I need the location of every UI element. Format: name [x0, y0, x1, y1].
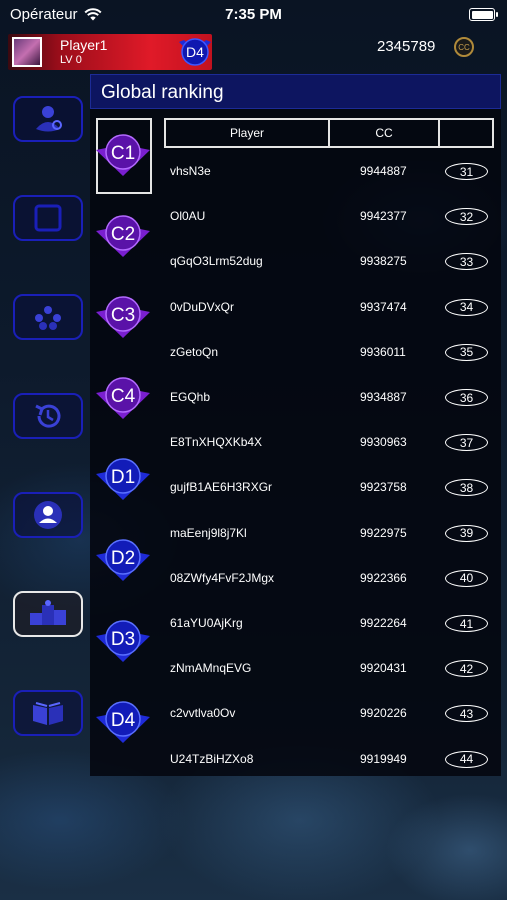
sidebar-item-team[interactable] — [13, 294, 83, 340]
row-rank-badge: 36 — [445, 389, 488, 406]
coin-icon: CC — [454, 37, 474, 57]
row-rank-badge: 44 — [445, 750, 488, 768]
league-emblem-d4-icon[interactable]: D4 — [94, 695, 152, 747]
row-player-name[interactable]: vhsN3e — [170, 164, 211, 178]
mask-icon — [36, 106, 62, 132]
history-icon — [35, 404, 61, 428]
row-cc-value: 9930963 — [360, 435, 407, 450]
player-badge-text: D4 — [186, 44, 204, 60]
row-player-name[interactable]: gujfB1AE6H3RXGr — [170, 480, 272, 494]
sidebar-item-ranking[interactable] — [13, 591, 83, 637]
row-cc-value: 9919949 — [360, 751, 407, 766]
row-player-name[interactable]: qGqO3Lrm52dug — [170, 254, 263, 268]
sidebar-item-profile[interactable] — [13, 492, 83, 538]
book-icon — [33, 702, 63, 725]
row-rank-badge: 31 — [445, 163, 488, 180]
row-rank-badge: 35 — [445, 343, 488, 361]
row-player-name[interactable]: c2vvtlva0Ov — [170, 706, 235, 720]
row-cc-value: 9938275 — [360, 254, 407, 269]
league-emblem-d2-icon[interactable]: D2 — [94, 533, 152, 585]
row-player-name[interactable]: zGetoQn — [170, 345, 218, 359]
ranking-panel: Global ranking Player CC C1 C2 C3 C4 D1 D2 D3 D… — [90, 74, 501, 776]
panel-header: Global ranking — [90, 74, 501, 109]
row-player-name[interactable]: U24TzBiHZXo8 — [170, 752, 253, 766]
league-emblem-d3-icon[interactable]: D3 — [94, 614, 152, 666]
row-rank-badge: 33 — [445, 253, 488, 271]
row-rank-badge: 39 — [445, 524, 488, 542]
league-emblem-c4-icon[interactable]: C4 — [94, 371, 152, 423]
currency-amount: 2345789 — [377, 38, 436, 55]
row-cc-value: 9922975 — [360, 525, 407, 540]
player-level: LV 0 — [60, 54, 82, 66]
row-cc-value: 9936011 — [360, 344, 406, 359]
player-league-badge-icon: D4 — [179, 38, 211, 66]
row-cc-value: 9920431 — [360, 661, 407, 676]
row-cc-value: 9942377 — [360, 209, 407, 224]
battery-icon — [469, 8, 498, 21]
status-bar: Opérateur 7:35 PM — [0, 0, 507, 30]
row-cc-value: 9920226 — [360, 706, 407, 721]
league-emblem-c2-icon[interactable]: C2 — [94, 209, 152, 261]
league-emblem-label: C1 — [111, 143, 135, 164]
sidebar-item-characters[interactable] — [13, 96, 83, 142]
league-emblem-label: C4 — [111, 386, 136, 407]
row-cc-value: 9934887 — [360, 390, 407, 404]
league-emblem-c3-icon[interactable]: C3 — [94, 290, 152, 342]
avatar[interactable] — [12, 37, 42, 67]
row-cc-value: 9937474 — [360, 299, 407, 314]
square-icon — [34, 204, 62, 232]
player-bar[interactable]: Player1 LV 0 D4 — [8, 34, 212, 70]
row-rank-badge: 38 — [445, 479, 488, 497]
row-rank-badge: 34 — [445, 298, 488, 316]
league-emblem-d1-icon[interactable]: D1 — [94, 452, 152, 504]
row-rank-badge: 42 — [445, 660, 488, 678]
row-rank-badge: 41 — [445, 615, 488, 632]
league-emblem-label: D2 — [111, 548, 135, 569]
column-header-player[interactable]: Player — [164, 118, 330, 148]
column-header-cc[interactable]: CC — [328, 118, 440, 148]
group-icon — [35, 306, 61, 330]
league-emblem-label: D1 — [111, 467, 135, 488]
coin-label: CC — [458, 42, 470, 52]
league-emblem-label: D3 — [111, 629, 135, 650]
row-player-name[interactable]: 61aYU0AjKrg — [170, 616, 243, 630]
row-player-name[interactable]: Ol0AU — [170, 209, 205, 223]
clock: 7:35 PM — [225, 6, 282, 23]
row-player-name[interactable]: maEenj9l8j7Kl — [170, 526, 247, 540]
ranking-icon — [30, 600, 66, 625]
sidebar-item-history[interactable] — [13, 393, 83, 439]
row-cc-value: 9922366 — [360, 570, 407, 585]
row-cc-value: 9944887 — [360, 164, 407, 178]
row-rank-badge: 43 — [445, 705, 488, 723]
row-player-name[interactable]: 08ZWfy4FvF2JMgx — [170, 571, 274, 585]
row-rank-badge: 37 — [445, 434, 488, 452]
row-player-name[interactable]: 0vDuDVxQr — [170, 300, 234, 314]
league-emblem-label: C2 — [111, 224, 135, 245]
league-emblem-label: C3 — [111, 305, 135, 326]
league-emblem-label: D4 — [111, 710, 136, 731]
sidebar-item-guide[interactable] — [13, 690, 83, 736]
profile-icon — [34, 501, 62, 529]
player-name: Player1 — [60, 37, 108, 53]
row-rank-badge: 40 — [445, 569, 488, 587]
league-emblem-c1-icon[interactable]: C1 — [94, 128, 152, 180]
row-cc-value: 9923758 — [360, 480, 407, 495]
sidebar-item-deck[interactable] — [13, 195, 83, 241]
row-player-name[interactable]: zNmAMnqEVG — [170, 661, 251, 675]
row-cc-value: 9922264 — [360, 616, 407, 630]
row-player-name[interactable]: E8TnXHQXKb4X — [170, 435, 262, 449]
row-rank-badge: 32 — [445, 208, 488, 226]
row-player-name[interactable]: EGQhb — [170, 390, 210, 404]
column-header-rank[interactable] — [438, 118, 494, 148]
page-title: Global ranking — [101, 82, 224, 103]
